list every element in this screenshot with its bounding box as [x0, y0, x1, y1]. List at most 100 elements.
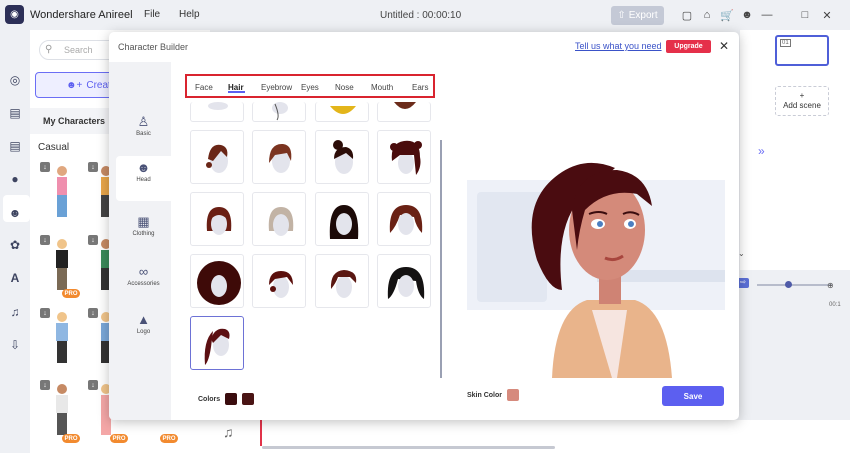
hair-option[interactable] — [252, 130, 306, 184]
hair-option[interactable] — [377, 254, 431, 308]
pro-badge: PRO — [62, 434, 80, 443]
hair-option[interactable] — [315, 192, 369, 246]
download-icon[interactable]: ↓ — [88, 308, 98, 318]
app-name: Wondershare Anireel — [30, 9, 133, 21]
upgrade-button[interactable]: Upgrade — [666, 40, 711, 53]
close-icon[interactable]: ✕ — [719, 39, 729, 53]
export-button[interactable]: ⇧ Export — [611, 6, 664, 25]
active-tab-indicator — [228, 91, 245, 93]
save-button[interactable]: Save — [662, 386, 724, 406]
home-icon[interactable]: ⌂ — [700, 8, 714, 22]
side-nav-clothing[interactable]: ▦ Clothing — [116, 210, 171, 250]
tab-face[interactable]: Face — [195, 83, 213, 92]
download-icon[interactable]: ↓ — [88, 380, 98, 390]
tab-eyebrow[interactable]: Eyebrow — [261, 83, 292, 92]
hair-option[interactable] — [315, 254, 369, 308]
hair-option[interactable] — [377, 130, 431, 184]
hair-color-swatch-secondary[interactable] — [242, 393, 254, 405]
text-icon[interactable]: A — [7, 270, 23, 286]
hair-option[interactable] — [190, 254, 244, 308]
modal-title: Character Builder — [118, 42, 189, 52]
zoom-in-icon[interactable]: ⊕ — [827, 281, 834, 290]
tab-ears[interactable]: Ears — [412, 83, 428, 92]
side-nav-label: Head — [136, 177, 151, 183]
zoom-slider-track[interactable] — [757, 284, 832, 286]
save-icon[interactable]: ▢ — [680, 8, 694, 22]
character-icon[interactable]: ● — [7, 171, 23, 187]
feedback-link[interactable]: Tell us what you need — [575, 41, 662, 51]
side-nav-label: Basic — [136, 131, 151, 137]
account-icon[interactable]: ☻ — [740, 8, 754, 22]
hair-option[interactable] — [252, 102, 306, 122]
hair-option[interactable] — [377, 192, 431, 246]
tab-mouth[interactable]: Mouth — [371, 83, 393, 92]
cart-icon[interactable]: 🛒 — [720, 8, 734, 22]
download-icon[interactable]: ↓ — [40, 380, 50, 390]
head-icon: ☻ — [136, 160, 151, 175]
hair-option[interactable] — [315, 102, 369, 122]
add-scene-label: Add scene — [783, 101, 821, 110]
zoom-slider-handle[interactable] — [785, 281, 792, 288]
tab-nose[interactable]: Nose — [335, 83, 354, 92]
menu-help[interactable]: Help — [179, 9, 200, 20]
hair-option[interactable] — [377, 102, 431, 122]
download-icon[interactable]: ↓ — [40, 162, 50, 172]
scene-number: 01 — [780, 39, 791, 47]
timeline-scrollbar[interactable] — [262, 446, 555, 449]
shapes-icon: ▲ — [137, 312, 150, 327]
close-window-icon[interactable]: ✕ — [820, 8, 834, 22]
hair-option-selected[interactable] — [190, 316, 244, 370]
minimize-icon[interactable]: — — [760, 8, 774, 22]
download-icon[interactable]: ↓ — [40, 235, 50, 245]
timeline-playhead[interactable] — [260, 418, 262, 446]
scene-panel: 01 + Add scene — [740, 30, 850, 270]
category-tabs: Face Hair Eyebrow Eyes Nose Mouth Ears — [185, 74, 435, 98]
template-icon[interactable]: ◎ — [7, 72, 23, 88]
maximize-icon[interactable]: □ — [798, 8, 812, 22]
side-nav-label: Accessories — [127, 281, 160, 287]
side-nav-head[interactable]: ☻ Head — [116, 156, 171, 201]
download-icon[interactable]: ↓ — [40, 308, 50, 318]
left-rail: ◎ ▤ ▤ ● ☻ ✿ A ♫ ⇩ — [0, 30, 30, 453]
character-card[interactable]: ↓ PRO — [40, 380, 88, 445]
music-rail-icon[interactable]: ♫ — [7, 304, 23, 320]
hair-color-swatch-primary[interactable] — [225, 393, 237, 405]
side-nav-accessories[interactable]: ∞ Accessories — [116, 260, 171, 300]
title-bar: ◉ Wondershare Anireel File Help Untitled… — [0, 0, 850, 30]
character-card[interactable]: ↓ PRO — [40, 235, 88, 300]
expand-chevron-icon[interactable]: » — [758, 144, 765, 158]
scene-thumbnail[interactable]: 01 — [775, 35, 829, 66]
props-icon[interactable]: ✿ — [7, 237, 23, 253]
import-icon[interactable]: ⇩ — [7, 337, 23, 353]
tab-eyes[interactable]: Eyes — [301, 83, 319, 92]
document-title: Untitled : 00:00:10 — [380, 10, 462, 21]
glasses-icon: ∞ — [138, 264, 149, 279]
hair-option[interactable] — [315, 130, 369, 184]
menu-file[interactable]: File — [144, 9, 160, 20]
hair-grid-scrollbar[interactable] — [440, 140, 442, 378]
hair-option[interactable] — [252, 192, 306, 246]
background-icon[interactable]: ▤ — [7, 138, 23, 154]
hair-option[interactable] — [190, 102, 244, 122]
pro-badge: PRO — [110, 434, 128, 443]
music-icon[interactable]: ♫ — [223, 424, 234, 440]
person-icon: ♙ — [137, 114, 150, 129]
add-scene-button[interactable]: + Add scene — [775, 86, 829, 116]
character-card[interactable]: ↓ — [40, 162, 88, 227]
scene-icon[interactable]: ▤ — [7, 105, 23, 121]
download-icon[interactable]: ↓ — [88, 162, 98, 172]
character-card[interactable]: ↓ — [40, 308, 88, 373]
add-person-icon: ☻+ — [66, 79, 83, 91]
characters-icon[interactable]: ☻ — [7, 205, 23, 221]
hair-option[interactable] — [190, 130, 244, 184]
hair-option[interactable] — [252, 254, 306, 308]
side-nav-logo[interactable]: ▲ Logo — [116, 308, 171, 348]
side-nav-basic[interactable]: ♙ Basic — [116, 110, 171, 150]
pro-badge: PRO — [62, 289, 80, 298]
skin-color-swatch[interactable] — [507, 389, 519, 401]
download-icon[interactable]: ↓ — [88, 235, 98, 245]
character-preview — [467, 162, 725, 378]
side-nav-label: Clothing — [132, 231, 155, 237]
hair-option[interactable] — [190, 192, 244, 246]
chevron-down-icon[interactable]: ⌄ — [738, 249, 745, 258]
